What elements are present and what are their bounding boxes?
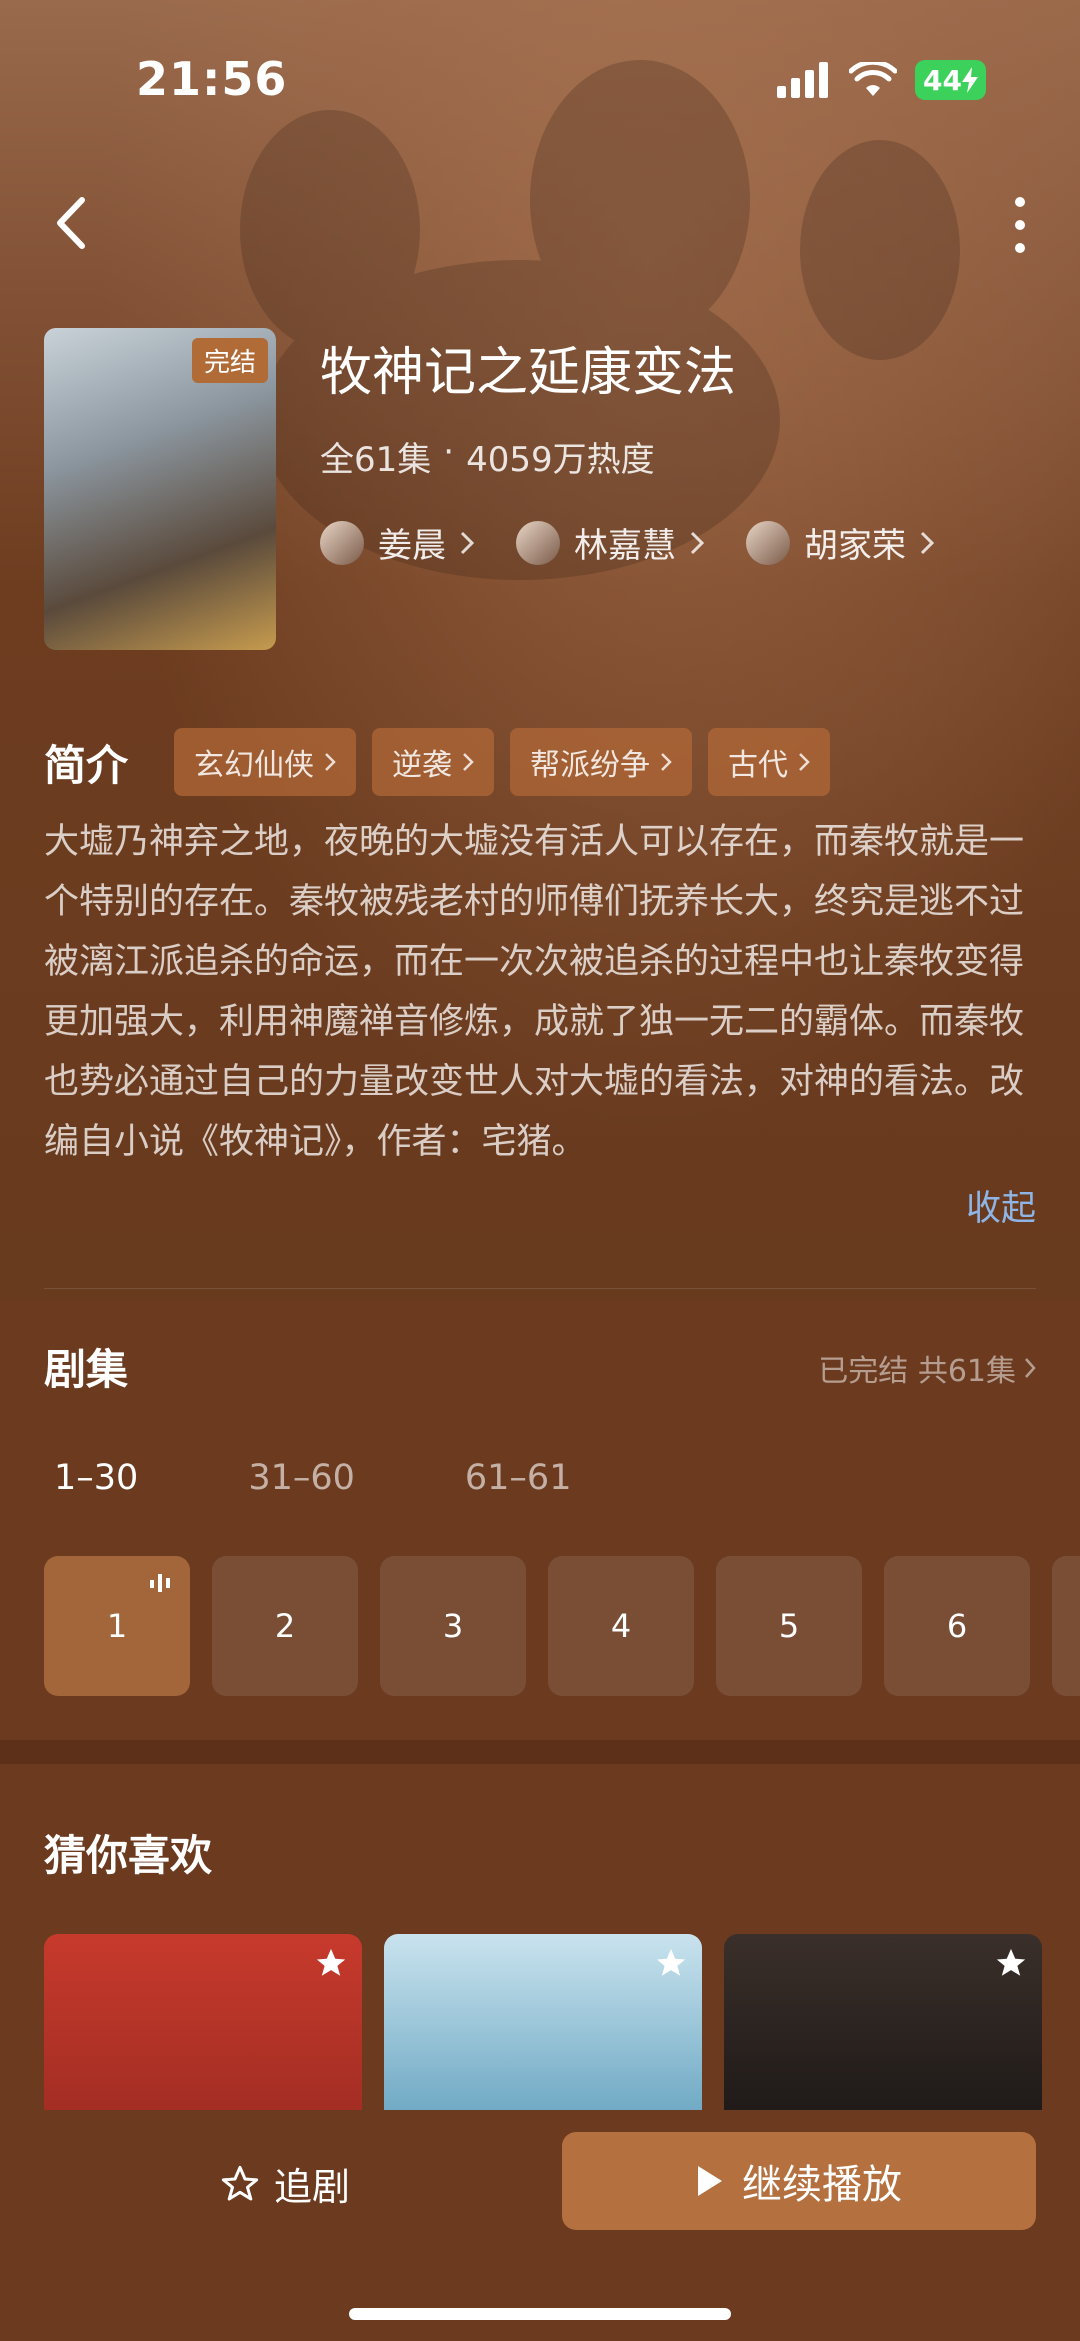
recommend-card[interactable] [384,1934,702,2114]
cast-name: 姜晨 [378,526,446,566]
range-tab[interactable]: 61–61 [465,1458,572,1498]
cast-item[interactable]: 林嘉慧 [516,518,704,567]
recommend-card[interactable] [724,1934,1042,2114]
signal-icon [777,62,829,98]
avatar [516,520,560,565]
avatar [320,520,364,565]
collapse-link[interactable]: 收起 [966,1180,1036,1231]
cast-item[interactable]: 姜晨 [320,518,474,567]
star-icon[interactable] [314,1946,348,1980]
tag-label: 逆袭 [392,748,453,783]
cast-name: 胡家荣 [804,526,906,566]
genre-tag[interactable]: 逆袭 [372,728,495,796]
section-separator [0,1740,1080,1764]
episode-count: 全61集 [320,440,432,480]
recommend-list [44,1934,1042,2114]
intro-header: 简介 玄幻仙侠 逆袭 帮派纷争 古代 [44,728,831,796]
back-icon[interactable] [48,188,98,258]
star-icon[interactable] [654,1946,688,1980]
battery-level: 44 [923,63,962,97]
recommend-card[interactable] [44,1934,362,2114]
genre-tag[interactable]: 帮派纷争 [510,728,693,796]
episode-button[interactable]: 3 [380,1556,526,1696]
episode-button[interactable]: 6 [884,1556,1030,1696]
genre-tag[interactable]: 玄幻仙侠 [174,728,357,796]
cast-list: 姜晨 林嘉慧 胡家荣 [320,518,934,567]
chevron-right-icon [325,753,336,771]
tag-label: 玄幻仙侠 [194,748,315,783]
episode-grid: 1 2 3 4 5 6 [44,1556,1080,1696]
chevron-right-icon [690,531,704,554]
episode-number: 5 [778,1607,800,1645]
continue-play-button[interactable]: 继续播放 [562,2132,1036,2230]
star-outline-icon [221,2165,259,2200]
follow-label: 追剧 [274,2165,351,2209]
genre-tag[interactable]: 古代 [708,728,831,796]
cast-item[interactable]: 胡家荣 [746,518,934,567]
intro-title: 简介 [44,740,129,790]
status-icons: 44 [777,60,986,100]
range-tab[interactable]: 1–30 [54,1458,138,1498]
episodes-status-link[interactable]: 已完结 共61集 [818,1346,1036,1390]
episode-ranges: 1–30 31–60 61–61 [54,1458,571,1498]
charging-bolt-icon [962,67,978,93]
wifi-icon [849,62,898,96]
episode-button[interactable]: 1 [44,1556,190,1696]
episode-number: 2 [274,1607,296,1645]
status-time: 21:56 [136,52,288,106]
episode-number: 4 [610,1607,632,1645]
chevron-right-icon [460,531,474,554]
home-indicator [349,2308,731,2320]
drama-title: 牧神记之延康变法 [320,343,737,403]
recommend-title: 猜你喜欢 [44,1831,213,1880]
cast-name: 林嘉慧 [574,526,676,566]
play-icon [698,2166,722,2196]
episode-button[interactable]: 4 [548,1556,694,1696]
drama-poster[interactable]: 完结 [44,328,276,650]
range-tab[interactable]: 31–60 [248,1458,355,1498]
chevron-right-icon [1025,1358,1036,1378]
episode-number: 6 [946,1607,968,1645]
episode-number: 3 [442,1607,464,1645]
battery-indicator: 44 [915,60,986,100]
tag-label: 帮派纷争 [530,748,651,783]
episodes-status: 已完结 共61集 [818,1354,1016,1389]
heat-count: 4059万热度 [466,440,655,480]
status-bar: 21:56 44 [0,0,1080,160]
playing-icon [150,1574,170,1592]
episode-button-partial[interactable] [1052,1556,1080,1696]
episode-number: 1 [106,1607,128,1645]
chevron-right-icon [799,753,810,771]
chevron-right-icon [661,753,672,771]
avatar [746,520,790,565]
episode-button[interactable]: 5 [716,1556,862,1696]
divider [44,1288,1036,1289]
play-label: 继续播放 [742,2162,902,2208]
intro-text: 大墟乃神弃之地，夜晚的大墟没有活人可以存在，而秦牧就是一个特别的存在。秦牧被残老… [44,822,1025,1162]
follow-button[interactable]: 追剧 [220,2156,350,2211]
chevron-right-icon [920,531,934,554]
episode-button[interactable]: 2 [212,1556,358,1696]
chevron-right-icon [463,753,474,771]
more-options-icon[interactable] [1000,190,1040,260]
episodes-title: 剧集 [44,1345,129,1394]
tag-label: 古代 [728,748,789,783]
meta-separator: · [443,432,455,472]
drama-meta: 全61集 · 4059万热度 [320,432,655,481]
completed-badge: 完结 [191,338,268,383]
star-icon[interactable] [994,1946,1028,1980]
